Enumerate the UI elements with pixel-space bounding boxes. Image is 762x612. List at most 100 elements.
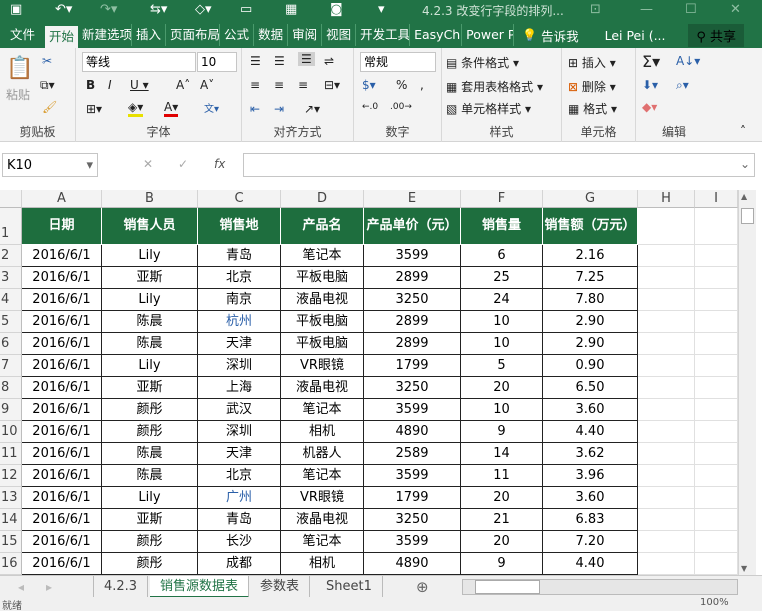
row-header-13[interactable]: 13 [0,487,22,509]
empty-cell[interactable] [695,399,738,421]
empty-cell[interactable] [638,267,695,289]
table-cell[interactable]: Lily [102,355,198,377]
row-header-5[interactable]: 5 [0,311,22,333]
table-cell[interactable]: 2016/6/1 [22,245,102,267]
table-cell[interactable]: 25 [461,267,543,289]
table-cell[interactable]: 上海 [198,377,281,399]
row-header-15[interactable]: 15 [0,531,22,553]
align-bottom-icon[interactable]: ☰ [298,52,315,66]
table-cell[interactable]: 颜彤 [102,531,198,553]
empty-cell[interactable] [638,487,695,509]
table-cell[interactable]: 2899 [364,333,461,355]
redo-icon[interactable]: ↷▾ [100,2,117,17]
table-cell[interactable]: 青岛 [198,245,281,267]
empty-cell[interactable] [638,245,695,267]
row-header-9[interactable]: 9 [0,399,22,421]
table-cell[interactable]: 2899 [364,267,461,289]
column-header-B[interactable]: B [102,190,198,208]
bold-button[interactable]: B [86,78,95,92]
table-cell[interactable]: 6.50 [543,377,638,399]
scroll-down-icon[interactable]: ▼ [741,564,747,573]
empty-cell[interactable] [695,289,738,311]
tab-review[interactable]: 审阅 [288,24,323,46]
font-color-icon[interactable]: A▾ [164,100,179,117]
table-cell[interactable]: 液晶电视 [281,509,364,531]
empty-cell[interactable] [695,245,738,267]
prev-sheet-icon[interactable]: ◂ [18,580,24,594]
merge-icon[interactable]: ⊟▾ [324,78,340,92]
open-icon[interactable]: ▭ [240,2,252,17]
collapse-ribbon-icon[interactable]: ˄ [740,124,746,138]
tell-me[interactable]: 告诉我 [541,26,579,45]
table-cell[interactable]: 3.96 [543,465,638,487]
empty-cell[interactable] [695,531,738,553]
insert-cells-button[interactable]: ⊞ 插入 ▾ [568,54,616,71]
tab-page-layout[interactable]: 页面布局 [166,24,221,46]
table-cell[interactable]: 南京 [198,289,281,311]
number-format-select[interactable]: 常规 [360,52,436,72]
customize-qat-icon[interactable]: ▾ [378,2,385,17]
tab-easychart[interactable]: EasyCha [410,24,463,46]
empty-cell[interactable] [638,355,695,377]
table-cell[interactable]: 2.16 [543,245,638,267]
camera-icon[interactable]: ◙ [330,2,343,17]
table-cell[interactable]: 陈晨 [102,311,198,333]
column-header-H[interactable]: H [638,190,695,208]
tab-home[interactable]: 开始 [45,26,79,48]
table-cell[interactable]: 杭州 [198,311,281,333]
row-header-1[interactable]: 1 [0,208,22,245]
underline-button[interactable]: U ▾ [130,78,149,92]
column-header-A[interactable]: A [22,190,102,208]
row-header-8[interactable]: 8 [0,377,22,399]
tab-view[interactable]: 视图 [322,24,357,46]
table-cell[interactable]: 相机 [281,421,364,443]
row-header-6[interactable]: 6 [0,333,22,355]
ribbon-options-icon[interactable]: ⊡ [590,2,601,17]
paste-button[interactable]: 粘贴 [6,86,30,103]
table-cell[interactable]: 亚斯 [102,377,198,399]
table-cell[interactable]: 20 [461,487,543,509]
close-icon[interactable]: ✕ [730,2,741,17]
table-cell[interactable]: 颜彤 [102,399,198,421]
sheet-tab-4-2-3[interactable]: 4.2.3 [93,576,149,598]
table-cell[interactable]: 深圳 [198,355,281,377]
row-header-3[interactable]: 3 [0,267,22,289]
percent-icon[interactable]: % [396,78,407,92]
table-cell[interactable]: 2589 [364,443,461,465]
empty-cell[interactable] [695,355,738,377]
table-cell[interactable]: 0.90 [543,355,638,377]
name-box[interactable]: K10 ▾ [2,153,98,177]
table-cell[interactable]: 颜彤 [102,421,198,443]
copy-icon[interactable]: ⧉▾ [40,78,55,93]
table-cell[interactable]: 亚斯 [102,509,198,531]
table-cell[interactable]: 2016/6/1 [22,333,102,355]
autosum-icon[interactable]: Σ▾ [642,52,660,71]
align-top-icon[interactable]: ☰ [250,54,261,68]
minimize-icon[interactable]: — [640,2,653,17]
empty-cell[interactable] [638,443,695,465]
table-cell[interactable]: 10 [461,311,543,333]
cancel-icon[interactable]: ✕ [143,157,153,171]
table-cell[interactable]: 2016/6/1 [22,377,102,399]
table-cell[interactable]: 天津 [198,333,281,355]
shape-icon[interactable]: ◇▾ [195,2,212,17]
table-cell[interactable]: 液晶电视 [281,377,364,399]
enter-icon[interactable]: ✓ [178,157,188,171]
decrease-indent-icon[interactable]: ⇤ [250,102,260,116]
scroll-up-icon[interactable]: ▲ [741,192,747,201]
table-cell[interactable]: 天津 [198,443,281,465]
table-cell[interactable]: 陈晨 [102,465,198,487]
table-cell[interactable]: Lily [102,487,198,509]
table-cell[interactable]: 2016/6/1 [22,553,102,575]
align-right-icon[interactable]: ≡ [298,78,308,92]
empty-cell[interactable] [638,465,695,487]
table-cell[interactable]: 亚斯 [102,267,198,289]
table-cell[interactable]: 2016/6/1 [22,443,102,465]
table-cell[interactable]: 24 [461,289,543,311]
tab-formulas[interactable]: 公式 [220,24,255,46]
empty-cell[interactable] [638,399,695,421]
cut-icon[interactable]: ✂ [42,54,52,68]
horizontal-scroll-thumb[interactable] [475,580,540,594]
border-icon[interactable]: ⊞▾ [86,102,102,116]
table-cell[interactable]: 2016/6/1 [22,399,102,421]
